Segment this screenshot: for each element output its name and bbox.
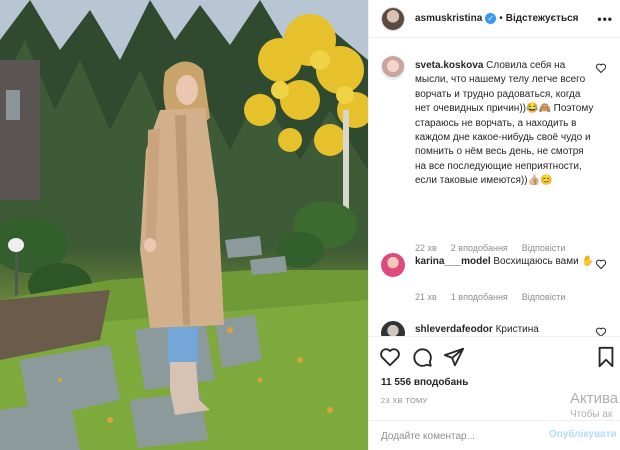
comment-text: Кристина [495, 324, 539, 335]
author-avatar[interactable] [381, 6, 405, 31]
post-details-panel: asmuskristina ✓ • Відстежується ••• svet… [368, 0, 620, 450]
comment-body: karina___model Восхищаюсь вами ✋ [415, 255, 595, 269]
comment-heart-icon[interactable] [595, 326, 607, 336]
publish-button[interactable]: Опублікувати [549, 429, 617, 440]
commenter-avatar[interactable] [381, 321, 405, 336]
comment-text: Словила себя на мысли, что нашему телу л… [415, 60, 594, 187]
photo-illustration [0, 0, 368, 450]
more-options-icon[interactable]: ••• [597, 12, 613, 26]
comment-meta: 22 хв 2 вподобання Відповісти [415, 243, 565, 253]
follow-status-button[interactable]: Відстежується [506, 13, 579, 24]
comment-body: sveta.koskova Словила себя на мысли, что… [415, 59, 595, 189]
post-header: asmuskristina ✓ • Відстежується ••• [369, 0, 620, 38]
verified-badge-icon: ✓ [485, 13, 497, 24]
likes-count[interactable]: 11 556 вподобань [381, 377, 468, 388]
commenter-avatar[interactable] [381, 253, 405, 277]
comment-text: Восхищаюсь вами ✋ [493, 256, 594, 267]
post-time[interactable]: 23 хв тому [381, 396, 428, 405]
add-comment-bar: Опублікувати [369, 420, 620, 450]
comment-heart-icon[interactable] [595, 258, 607, 270]
bookmark-icon[interactable] [595, 346, 617, 368]
comments-list[interactable]: sveta.koskova Словила себя на мысли, что… [369, 39, 620, 336]
comment-username[interactable]: sveta.koskova [415, 60, 483, 71]
comment-likes[interactable]: 2 вподобання [451, 243, 508, 253]
comment-input[interactable] [381, 428, 546, 444]
comment-time[interactable]: 21 хв [415, 292, 437, 302]
reply-link[interactable]: Відповісти [522, 292, 566, 302]
author-username[interactable]: asmuskristina [415, 13, 482, 24]
comment-body: shleverdafeodor Кристина [415, 323, 595, 336]
heart-icon[interactable] [379, 346, 401, 368]
comment-heart-icon[interactable] [595, 62, 607, 74]
commenter-avatar[interactable] [381, 56, 405, 80]
post-action-bar [369, 336, 620, 376]
header-separator: • [499, 13, 503, 24]
comment-username[interactable]: karina___model [415, 256, 491, 267]
comment-likes[interactable]: 1 вподобання [451, 292, 508, 302]
post-photo[interactable] [0, 0, 368, 450]
share-icon[interactable] [443, 346, 465, 368]
reply-link[interactable]: Відповісти [522, 243, 566, 253]
comment-meta: 21 хв 1 вподобання Відповісти [415, 292, 565, 302]
comment-icon[interactable] [411, 346, 433, 368]
comment-time[interactable]: 22 хв [415, 243, 437, 253]
comment-username[interactable]: shleverdafeodor [415, 324, 493, 335]
